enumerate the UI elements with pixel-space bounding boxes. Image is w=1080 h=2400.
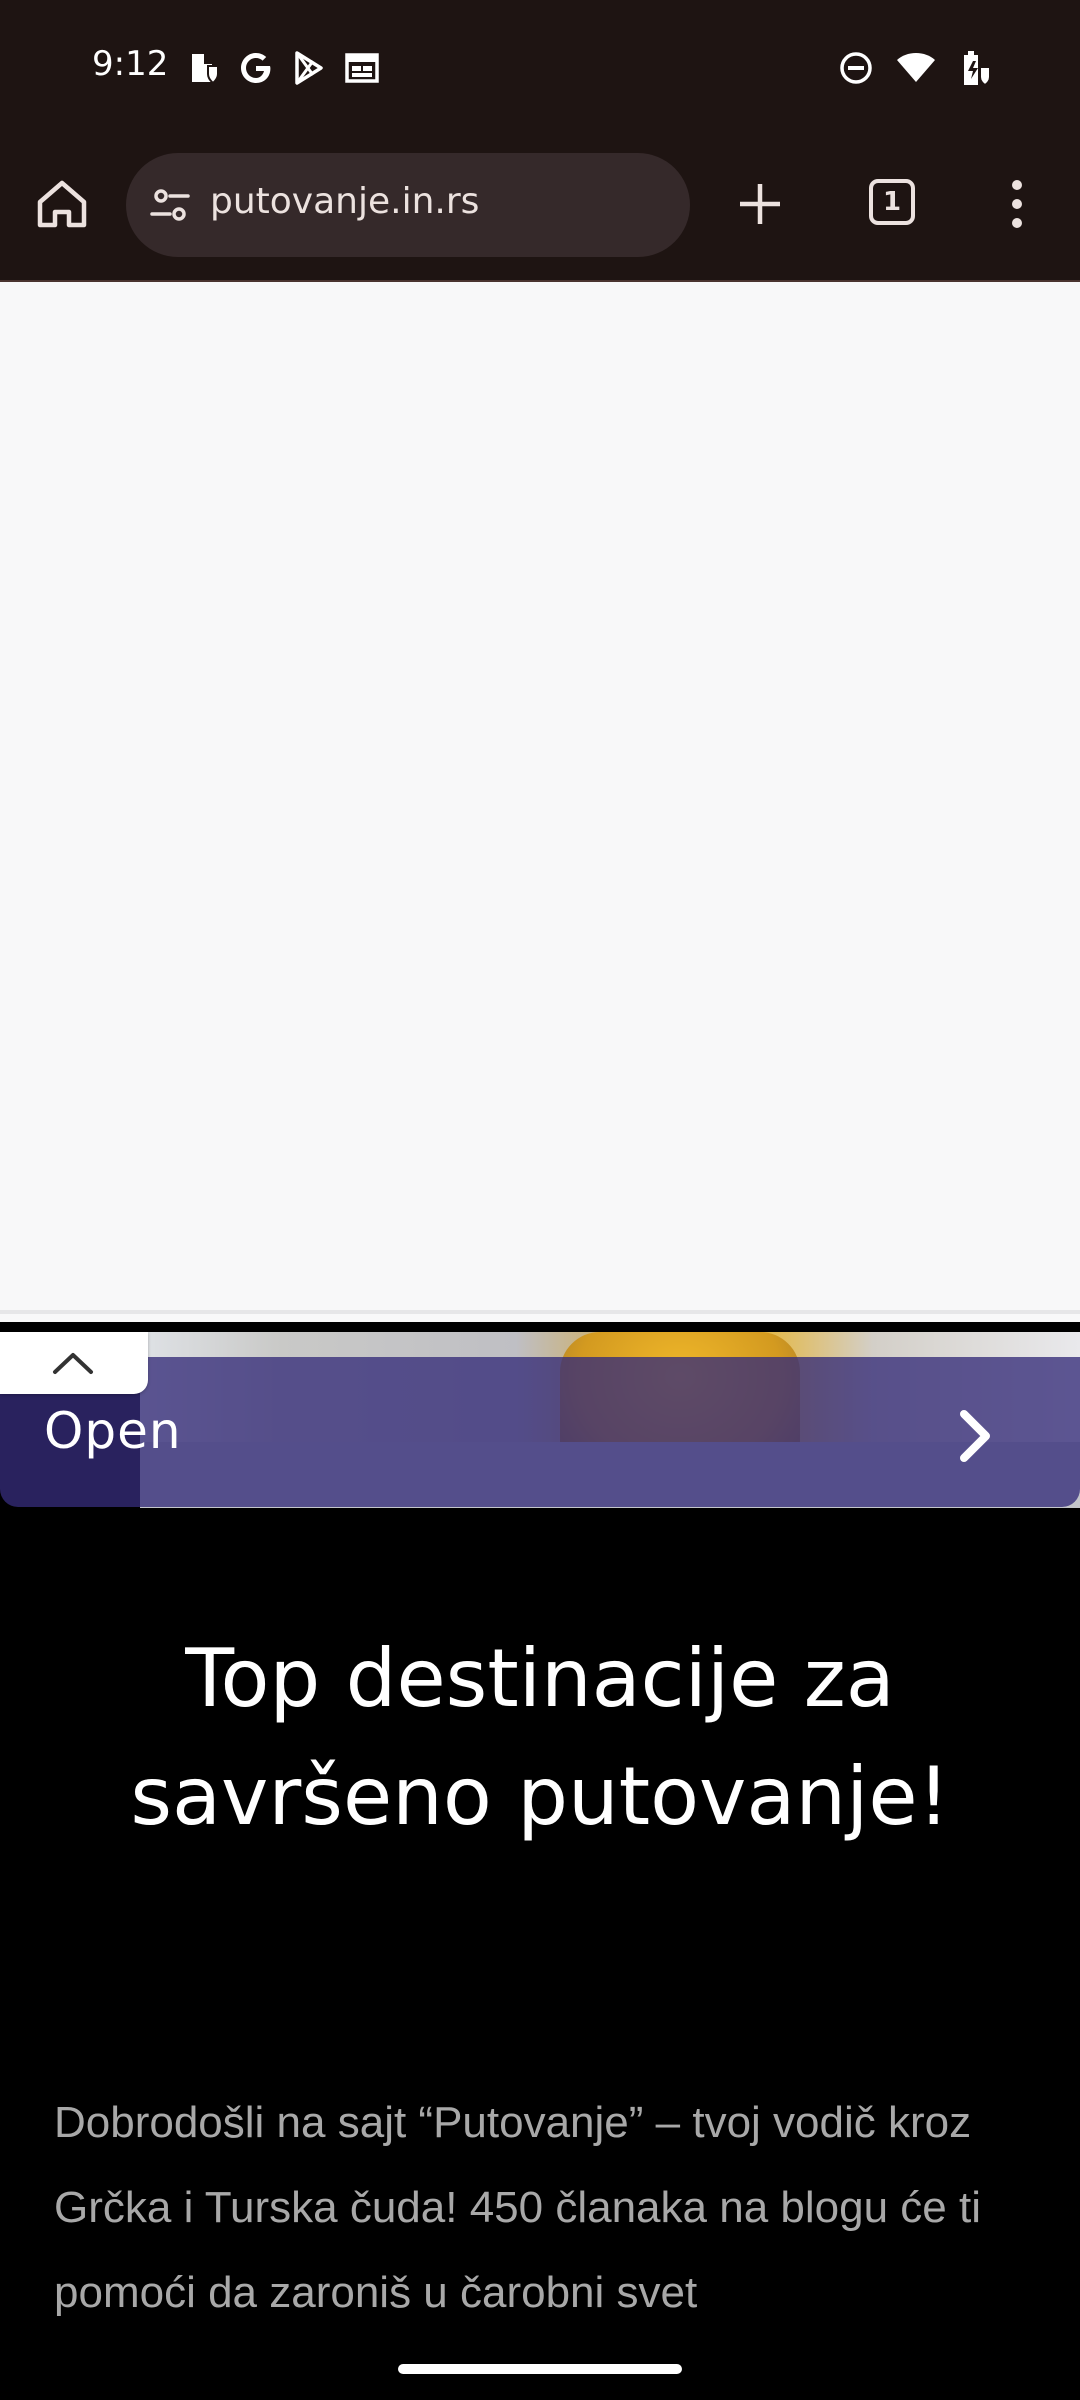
browser-menu-button[interactable]	[1002, 174, 1032, 234]
status-notification-icons	[188, 48, 380, 88]
page-content-area	[0, 282, 1080, 1322]
ad-divider	[0, 1310, 1080, 1314]
shield-notification-icon	[192, 54, 219, 85]
address-bar[interactable]: putovanje.in.rs	[126, 153, 690, 257]
home-button[interactable]	[34, 176, 90, 232]
home-icon	[37, 180, 87, 228]
do-not-disturb-icon	[840, 52, 872, 84]
status-time: 9:12	[92, 44, 169, 84]
ad-banner[interactable]: Open	[0, 1310, 1080, 1510]
calendar-icon	[345, 53, 379, 83]
play-store-icon	[295, 51, 323, 85]
ad-collapse-button[interactable]	[0, 1332, 148, 1394]
chevron-right-icon[interactable]	[954, 1406, 998, 1466]
chevron-up-icon	[53, 1353, 93, 1374]
page-headline: Top destinacije za savršeno putovanje!	[130, 1632, 950, 1843]
google-g-icon	[241, 53, 271, 83]
ad-open-label[interactable]: Open	[44, 1402, 182, 1460]
gesture-navigation-bar[interactable]	[398, 2364, 682, 2374]
site-settings-icon[interactable]	[148, 183, 192, 227]
tab-switcher-button[interactable]: 1	[864, 174, 920, 230]
browser-toolbar: putovanje.in.rs 1	[0, 140, 1080, 282]
new-tab-button[interactable]	[732, 176, 788, 232]
tab-count: 1	[869, 179, 915, 225]
url-text[interactable]: putovanje.in.rs	[210, 181, 479, 222]
status-system-icons	[838, 48, 992, 88]
plus-icon	[740, 184, 780, 224]
wifi-icon	[897, 53, 935, 82]
intro-paragraph: Dobrodošli na sajt “Putovanje” – tvoj vo…	[54, 2098, 981, 2317]
status-bar: 9:12	[0, 0, 1080, 140]
more-vert-icon	[1012, 180, 1022, 228]
battery-charging-icon	[964, 51, 991, 87]
